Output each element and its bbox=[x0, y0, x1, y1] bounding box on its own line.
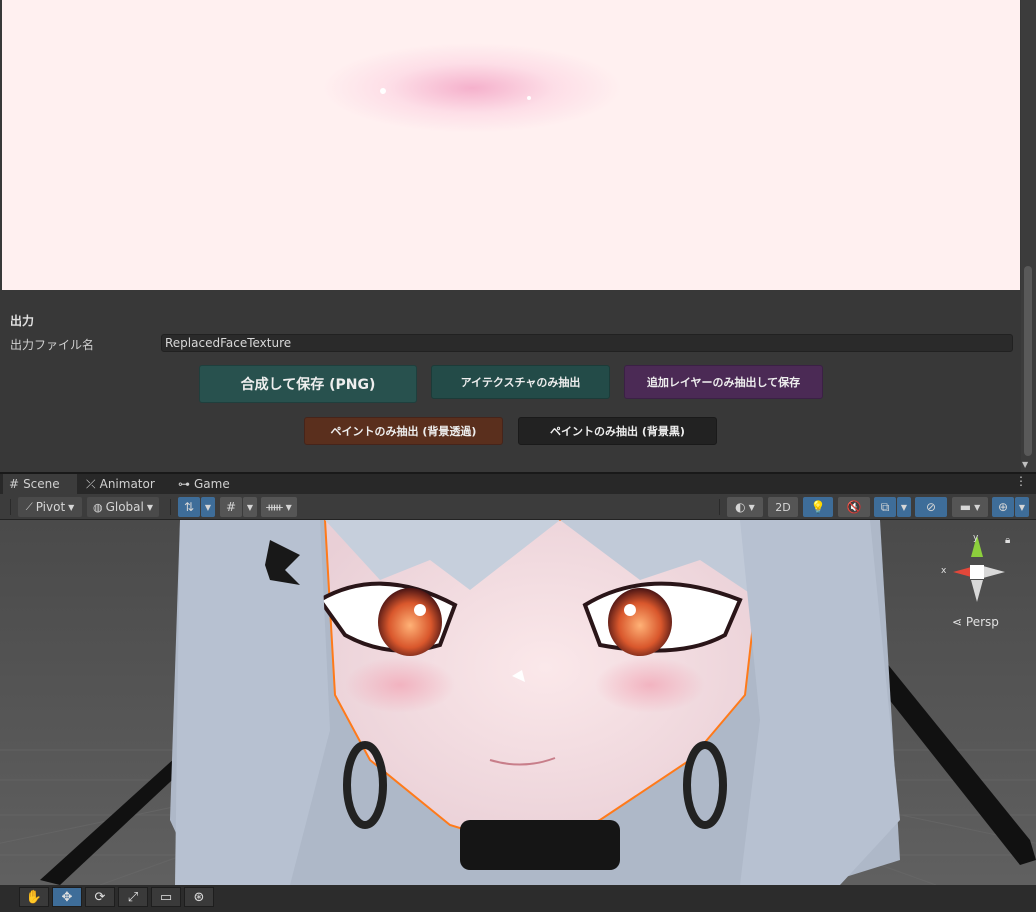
move-icon: ✥ bbox=[61, 889, 73, 905]
rect-icon: ▭ bbox=[159, 889, 173, 905]
chevron-down-icon: ▼ bbox=[246, 502, 254, 512]
filename-input[interactable]: ReplacedFaceTexture bbox=[161, 334, 1013, 352]
sphere-icon: ◐ bbox=[735, 500, 746, 514]
chevron-down-icon: ▼ bbox=[900, 502, 908, 512]
texture-preview bbox=[2, 0, 1020, 290]
tab-label: Game bbox=[194, 477, 230, 491]
grid-icon: # bbox=[9, 477, 20, 491]
tab-label: Scene bbox=[23, 477, 60, 491]
scene-viewport[interactable] bbox=[0, 520, 1036, 885]
effects-toggle-button[interactable]: ⧉ bbox=[874, 497, 896, 517]
rotate-icon: ⟳ bbox=[94, 889, 106, 905]
extract-eye-texture-button[interactable]: アイテクスチャのみ抽出 bbox=[431, 365, 610, 399]
persp-chevron-icon: ⋖ bbox=[952, 615, 963, 629]
global-dropdown[interactable]: ◍ Global ▼ bbox=[87, 497, 159, 517]
chevron-down-icon: ▼ bbox=[146, 502, 154, 512]
tab-scene[interactable]: # Scene bbox=[3, 474, 77, 494]
filename-label: 出力ファイル名 bbox=[10, 338, 95, 352]
audio-toggle-button[interactable]: 🔇 bbox=[838, 497, 870, 517]
rotate-tool-button[interactable]: ⟳ bbox=[85, 887, 115, 907]
layers-icon: ⧉ bbox=[880, 499, 890, 514]
speaker-mute-icon: 🔇 bbox=[846, 500, 862, 514]
projection-toggle[interactable]: ⋖ Persp bbox=[952, 615, 999, 629]
output-section-title: 出力 bbox=[10, 314, 35, 328]
transform-icon: ⊛ bbox=[193, 889, 205, 905]
increment-snap-dropdown[interactable]: ▼ bbox=[243, 497, 257, 517]
pivot-icon: ⟋ bbox=[25, 501, 33, 513]
grid-snap-icon: ⇅ bbox=[183, 500, 195, 514]
camera-icon: ▬ bbox=[959, 500, 972, 514]
tab-label: Animator bbox=[99, 477, 155, 491]
scroll-down-arrow-icon[interactable]: ▼ bbox=[1022, 460, 1028, 469]
toolbar-separator bbox=[719, 499, 720, 515]
pivot-dropdown[interactable]: ⟋ Pivot ▼ bbox=[18, 497, 82, 517]
camera-dropdown[interactable]: ▬ ▼ bbox=[952, 497, 988, 517]
chevron-down-icon: ▼ bbox=[748, 502, 755, 512]
extract-paint-black-button[interactable]: ペイントのみ抽出 (背景黒) bbox=[518, 417, 717, 445]
gizmos-button[interactable]: ⊕ bbox=[992, 497, 1014, 517]
compose-save-button[interactable]: 合成して保存 (PNG) bbox=[199, 365, 417, 403]
lock-icon[interactable]: 🔒︎ bbox=[1005, 535, 1010, 546]
toolbar-separator bbox=[10, 499, 11, 515]
toggle-2d-button[interactable]: 2D bbox=[768, 497, 798, 517]
hand-icon: ✋ bbox=[25, 889, 43, 905]
move-tool-button[interactable]: ✥ bbox=[52, 887, 82, 907]
chevron-down-icon: ▼ bbox=[204, 502, 212, 512]
gizmos-dropdown[interactable]: ▼ bbox=[1015, 497, 1029, 517]
tab-game[interactable]: ⊶ Game bbox=[178, 474, 230, 494]
gizmo-x-label: x bbox=[941, 566, 947, 576]
gizmo-y-label: y bbox=[973, 533, 979, 543]
chevron-down-icon: ▼ bbox=[68, 502, 75, 512]
hand-tool-button[interactable]: ✋ bbox=[19, 887, 49, 907]
gizmo-icon: ⊕ bbox=[997, 500, 1009, 514]
highlight-spark bbox=[380, 88, 386, 94]
transform-tool-button[interactable]: ⊛ bbox=[184, 887, 214, 907]
more-options-icon[interactable]: ⋮ bbox=[1015, 474, 1027, 488]
lightbulb-icon: 💡 bbox=[810, 500, 826, 514]
global-label: Global bbox=[105, 500, 144, 514]
shading-mode-dropdown[interactable]: ◐ ▼ bbox=[727, 497, 763, 517]
highlight-spark bbox=[527, 96, 531, 100]
tab-bar bbox=[0, 474, 1036, 494]
scrollbar-thumb[interactable] bbox=[1024, 266, 1032, 456]
snap-grid-icon: # bbox=[225, 500, 237, 514]
globe-icon: ◍ bbox=[92, 500, 103, 514]
chevron-down-icon: ▼ bbox=[285, 502, 292, 512]
gamepad-icon: ⊶ bbox=[178, 477, 190, 491]
scale-icon: ⤢ bbox=[127, 889, 139, 905]
eye-slash-icon: ⊘ bbox=[925, 500, 937, 514]
extract-paint-transparent-button[interactable]: ペイントのみ抽出 (背景透過) bbox=[304, 417, 503, 445]
effects-dropdown[interactable]: ▼ bbox=[897, 497, 911, 517]
increment-snap-button[interactable]: # bbox=[220, 497, 242, 517]
ruler-dropdown[interactable]: ᚔ ▼ bbox=[261, 497, 297, 517]
animator-icon: ⤫ bbox=[86, 476, 96, 491]
pivot-label: Pivot bbox=[35, 500, 66, 514]
rect-tool-button[interactable]: ▭ bbox=[151, 887, 181, 907]
grid-snap-button[interactable]: ⇅ bbox=[178, 497, 200, 517]
scene-visibility-button[interactable]: ⊘ bbox=[915, 497, 947, 517]
grid-snap-dropdown[interactable]: ▼ bbox=[201, 497, 215, 517]
tab-animator[interactable]: ⤫ Animator bbox=[86, 474, 155, 494]
scene-render bbox=[0, 520, 1036, 885]
projection-label: Persp bbox=[965, 615, 999, 629]
toolbar-separator bbox=[170, 499, 171, 515]
ruler-icon: ᚔ bbox=[266, 500, 283, 514]
lighting-toggle-button[interactable]: 💡 bbox=[803, 497, 833, 517]
chevron-down-icon: ▼ bbox=[974, 502, 981, 512]
scale-tool-button[interactable]: ⤢ bbox=[118, 887, 148, 907]
chevron-down-icon: ▼ bbox=[1018, 502, 1026, 512]
extract-layers-save-button[interactable]: 追加レイヤーのみ抽出して保存 bbox=[624, 365, 823, 399]
